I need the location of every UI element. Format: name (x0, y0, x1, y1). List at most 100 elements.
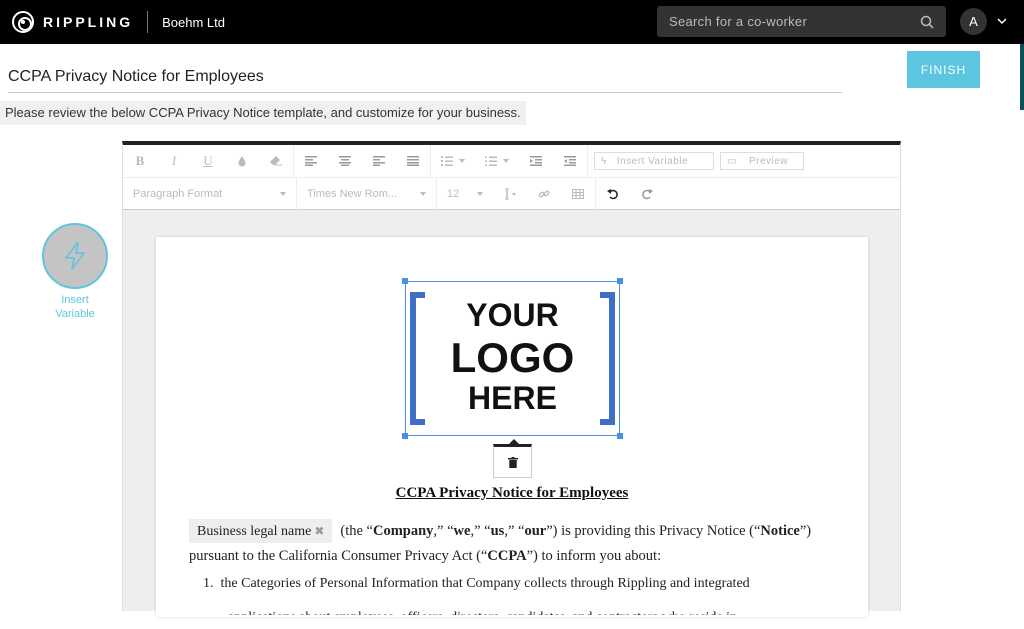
font-family-value: Times New Rom... (307, 187, 398, 200)
align-center-icon (339, 156, 351, 166)
search-icon[interactable] (920, 15, 934, 29)
logo-text-line: YOUR (466, 297, 559, 333)
table-icon (572, 188, 584, 199)
paragraph-bold-term: us (490, 523, 505, 539)
align-left-button[interactable] (362, 147, 396, 175)
paragraph-text: ”) is providing this Privacy Notice (“ (546, 523, 761, 539)
clear-format-button[interactable] (259, 147, 293, 175)
preview-label: Preview (748, 155, 789, 167)
indent-button[interactable] (553, 147, 587, 175)
document-heading: CCPA Privacy Notice for Employees (395, 485, 629, 501)
resize-handle[interactable] (617, 433, 623, 439)
company-name[interactable]: Boehm Ltd (162, 15, 225, 30)
paragraph-bold-term: CCPA (487, 548, 527, 564)
instructions-text: Please review the below CCPA Privacy Not… (0, 101, 526, 125)
list-number: 1. (203, 576, 214, 591)
rich-text-editor: B I U ϟ Insert Variable ▭ Preview Paragr… (122, 141, 901, 617)
document-page[interactable]: YOUR LOGO HERE CCPA Privacy Notice for E… (156, 237, 868, 617)
paragraph-text: ,” “ (504, 523, 525, 539)
paragraph-format-value: Paragraph Format (133, 187, 223, 200)
droplet-icon (238, 156, 246, 167)
resize-handle[interactable] (402, 278, 408, 284)
logo-placeholder: YOUR LOGO HERE (409, 292, 616, 425)
insert-table-button[interactable] (561, 180, 595, 208)
toolbar-row-2: Paragraph Format Times New Rom... 12 (123, 177, 900, 210)
insert-variable-label[interactable]: Insert Variable (40, 293, 110, 321)
preview-button[interactable]: ▭ Preview (720, 152, 804, 170)
variable-chip-label: Business legal name (197, 524, 312, 539)
paragraph-text: ,” “ (433, 523, 454, 539)
paragraph-text: ”) to inform you about: (526, 548, 662, 564)
insert-variable-toolbar-button[interactable]: ϟ Insert Variable (594, 152, 714, 170)
outdent-button[interactable] (519, 147, 553, 175)
insert-variable-button[interactable] (42, 223, 108, 289)
undo-icon (607, 188, 618, 199)
list-item-continued: applications about employees, officers, … (228, 610, 738, 625)
insert-variable-toolbar-label: Insert Variable (616, 155, 689, 167)
variable-chip[interactable]: Business legal name ✖ (189, 519, 333, 543)
resize-handle[interactable] (617, 278, 623, 284)
bullet-list-icon (485, 156, 497, 166)
logo-text-line: HERE (468, 380, 557, 416)
eraser-icon (270, 156, 282, 166)
chevron-down-icon[interactable] (997, 16, 1007, 26)
insert-link-button[interactable] (527, 180, 561, 208)
edge-strip (1020, 44, 1024, 110)
list-item-text: the Categories of Personal Information t… (220, 576, 750, 591)
font-family-select[interactable]: Times New Rom... (297, 177, 437, 210)
caret-down-icon (477, 191, 483, 196)
logo-text-line: LOGO (450, 334, 575, 381)
document-icon: ▭ (727, 155, 737, 167)
brand[interactable]: RIPPLING (12, 11, 133, 33)
close-icon[interactable]: ✖ (314, 524, 324, 538)
paragraph-bold-term: Company (372, 523, 434, 539)
finish-button[interactable]: FINISH (907, 51, 980, 88)
intro-paragraph: Business legal name ✖ (the “Company,” “we,… (189, 519, 839, 569)
lightning-bolt-icon (65, 242, 85, 270)
paragraph-bold-term: we (453, 523, 471, 539)
document-title-field[interactable]: CCPA Privacy Notice for Employees (8, 66, 842, 93)
toolbar-row-1: B I U ϟ Insert Variable ▭ Preview (123, 145, 804, 177)
paragraph-text: (the “ (340, 523, 373, 539)
line-height-icon (505, 188, 516, 199)
outdent-icon (530, 156, 542, 166)
redo-icon (642, 188, 653, 199)
align-left-icon (373, 156, 385, 166)
redo-button[interactable] (630, 180, 664, 208)
italic-button[interactable]: I (157, 147, 191, 175)
editor-toolbar: B I U ϟ Insert Variable ▭ Preview Paragr… (123, 145, 900, 210)
paragraph-text: ,” “ (470, 523, 491, 539)
underline-button[interactable]: U (191, 147, 225, 175)
align-icon (305, 156, 317, 166)
avatar[interactable]: A (960, 8, 987, 35)
ordered-list-button[interactable] (431, 147, 475, 175)
paragraph-bold-term: our (524, 523, 547, 539)
resize-handle[interactable] (402, 433, 408, 439)
link-icon (538, 190, 550, 197)
search-bar[interactable] (657, 6, 946, 37)
align-center-button[interactable] (328, 147, 362, 175)
search-input[interactable] (669, 14, 920, 29)
font-size-value: 12 (447, 187, 460, 200)
indent-icon (564, 156, 576, 166)
paragraph-format-select[interactable]: Paragraph Format (123, 177, 297, 210)
image-delete-popup[interactable] (493, 439, 532, 478)
unordered-list-button[interactable] (475, 147, 519, 175)
caret-down-icon (503, 159, 509, 163)
logo-image[interactable]: YOUR LOGO HERE (402, 278, 623, 439)
list-item: 1. the Categories of Personal Informatio… (203, 573, 843, 595)
brand-name: RIPPLING (43, 14, 134, 30)
top-bar: RIPPLING Boehm Ltd A (0, 0, 1024, 44)
ordered-list-icon (441, 156, 453, 166)
align-justify-icon (407, 156, 419, 166)
align-justify-left-button[interactable] (294, 147, 328, 175)
align-justify-button[interactable] (396, 147, 430, 175)
undo-button[interactable] (596, 180, 630, 208)
brand-divider (147, 11, 149, 33)
bold-button[interactable]: B (123, 147, 157, 175)
rippling-logo-icon (12, 11, 34, 33)
font-size-select[interactable]: 12 (437, 178, 493, 210)
trash-icon[interactable] (507, 456, 518, 468)
text-color-button[interactable] (225, 147, 259, 175)
line-height-button[interactable] (493, 180, 527, 208)
